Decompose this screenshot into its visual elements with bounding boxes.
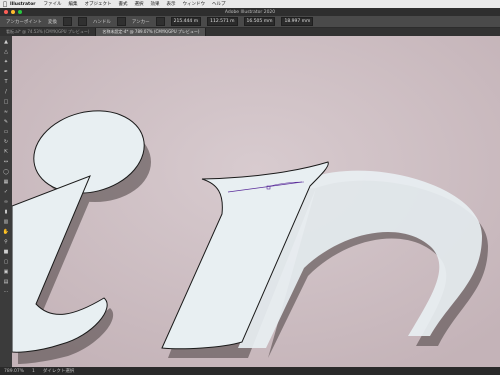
menu-type[interactable]: 書式: [119, 1, 128, 7]
close-window-button[interactable]: [4, 10, 8, 14]
artboard-canvas[interactable]: [12, 36, 500, 367]
fill-stroke-icon[interactable]: ■: [2, 248, 10, 256]
eraser-tool-icon[interactable]: ▭: [2, 128, 10, 136]
convert-corner-icon[interactable]: [62, 17, 72, 26]
artwork-svg: [12, 36, 500, 367]
magic-wand-tool-icon[interactable]: ✦: [2, 58, 10, 66]
gradient-tool-icon[interactable]: ▦: [2, 178, 10, 186]
menu-select[interactable]: 選択: [135, 1, 144, 7]
graph-tool-icon[interactable]: ▮: [2, 208, 10, 216]
shape-builder-tool-icon[interactable]: ◯: [2, 168, 10, 176]
pen-tool-icon[interactable]: ✒: [2, 68, 10, 76]
window-title-bar: Adobe Illustrator 2020: [0, 8, 500, 16]
document-tabs: 看板.ai* @ 74.53% (CMYK/GPU プレビュー) 名称未設定-4…: [0, 28, 500, 36]
h-field[interactable]: 18.997 mm: [281, 17, 314, 26]
zoom-tool-icon[interactable]: ⚲: [2, 238, 10, 246]
handle-show-icon[interactable]: [116, 17, 126, 26]
line-tool-icon[interactable]: /: [2, 88, 10, 96]
anchor-label: アンカー: [131, 19, 150, 25]
minimize-window-button[interactable]: [11, 10, 15, 14]
tab-document-2[interactable]: 名称未設定-4* @ 789.07% (CMYK/GPU プレビュー): [96, 28, 207, 36]
convert-smooth-icon[interactable]: [77, 17, 87, 26]
w-field[interactable]: 16.505 mm: [243, 17, 276, 26]
drawing-mode-icon[interactable]: ▣: [2, 268, 10, 276]
artboard-number[interactable]: 1: [32, 369, 35, 374]
color-mode-icon[interactable]: ▢: [2, 258, 10, 266]
control-section-label: アンカーポイント: [6, 19, 42, 25]
selection-tool-icon[interactable]: ▲: [2, 38, 10, 46]
menu-edit[interactable]: 編集: [69, 1, 78, 7]
blend-tool-icon[interactable]: ∞: [2, 198, 10, 206]
tab-document-1[interactable]: 看板.ai* @ 74.53% (CMYK/GPU プレビュー): [0, 28, 97, 36]
artboard-tool-icon[interactable]: ▥: [2, 218, 10, 226]
menu-window[interactable]: ウィンドウ: [183, 1, 206, 7]
zoom-window-button[interactable]: [18, 10, 22, 14]
scale-tool-icon[interactable]: ⇱: [2, 148, 10, 156]
app-menu[interactable]: Illustrator: [10, 2, 36, 7]
edit-toolbar-icon[interactable]: ⋯: [2, 288, 10, 296]
eyedropper-tool-icon[interactable]: ✓: [2, 188, 10, 196]
direct-selection-tool-icon[interactable]: △: [2, 48, 10, 56]
handle-label: ハンドル: [92, 19, 111, 25]
screen-mode-icon[interactable]: ▤: [2, 278, 10, 286]
hand-tool-icon[interactable]: ✋: [2, 228, 10, 236]
width-tool-icon[interactable]: ↔: [2, 158, 10, 166]
menu-help[interactable]: ヘルプ: [212, 1, 226, 7]
window-controls: [4, 10, 22, 14]
menu-view[interactable]: 表示: [167, 1, 176, 7]
anchor-delete-icon[interactable]: [155, 17, 165, 26]
status-bar: 789.07% 1 ダイレクト選択: [0, 367, 500, 375]
menu-bar:  Illustrator ファイル 編集 オブジェクト 書式 選択 効果 表示…: [0, 0, 500, 8]
menu-object[interactable]: オブジェクト: [85, 1, 112, 7]
type-tool-icon[interactable]: T: [2, 78, 10, 86]
window-title: Adobe Illustrator 2020: [224, 9, 276, 15]
menu-file[interactable]: ファイル: [44, 1, 62, 7]
rotate-tool-icon[interactable]: ↻: [2, 138, 10, 146]
zoom-level[interactable]: 789.07%: [4, 369, 24, 374]
current-tool-status: ダイレクト選択: [42, 369, 75, 374]
rectangle-tool-icon[interactable]: □: [2, 98, 10, 106]
convert-label: 変換: [47, 19, 57, 25]
apple-icon[interactable]: : [0, 1, 10, 8]
paintbrush-tool-icon[interactable]: ≈: [2, 108, 10, 116]
control-panel: アンカーポイント 変換 ハンドル アンカー 215.444 m 112.571 …: [0, 16, 500, 28]
menu-effect[interactable]: 効果: [151, 1, 160, 7]
y-field[interactable]: 112.571 m: [207, 17, 238, 26]
x-field[interactable]: 215.444 m: [170, 17, 202, 26]
pencil-tool-icon[interactable]: ✎: [2, 118, 10, 126]
